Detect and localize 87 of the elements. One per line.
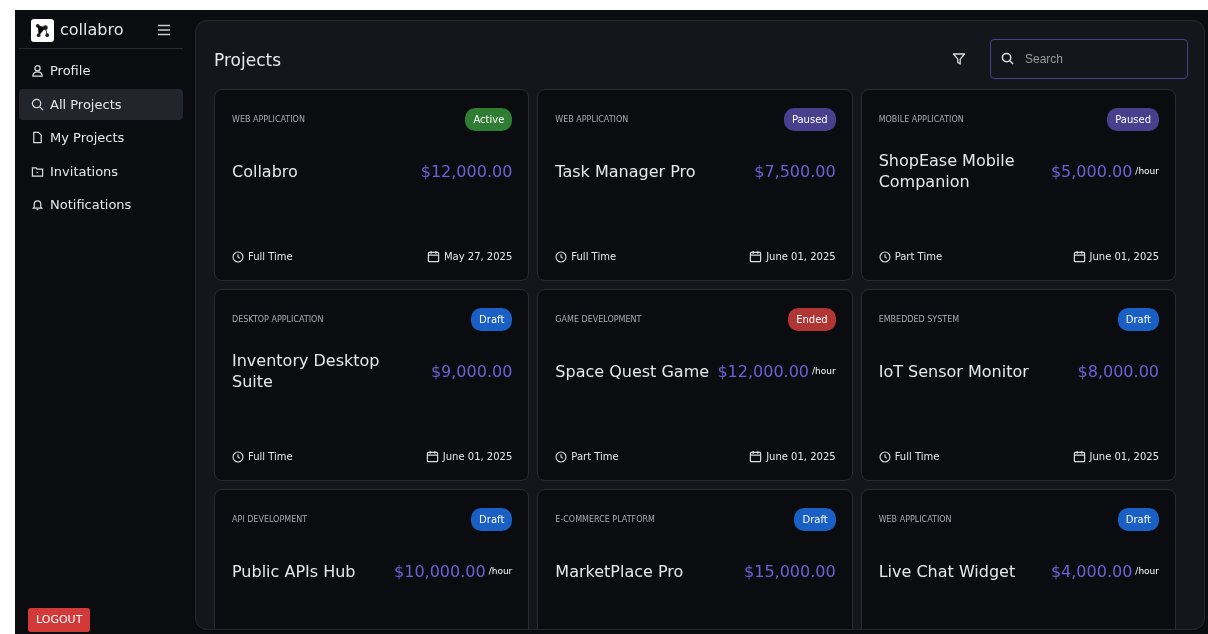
person-icon <box>31 64 44 78</box>
category-label: DESKTOP APPLICATION <box>232 313 324 326</box>
project-name: IoT Sensor Monitor <box>878 361 1029 383</box>
folder-icon <box>31 164 44 178</box>
status-badge: Ended <box>788 308 836 331</box>
rate-unit: /hour <box>812 365 836 379</box>
calendar-icon <box>1072 450 1086 463</box>
project-card[interactable]: DESKTOP APPLICATION Draft Inventory Desktop Suite $9,000.00 Full Time June 01, 2025 <box>214 289 530 481</box>
price-amount: $15,000.00 <box>744 561 836 583</box>
rate-unit: /hour <box>488 565 513 579</box>
search-field[interactable]: Search <box>990 39 1188 79</box>
project-card[interactable]: WEB APPLICATION Active Collabro $12,000.00 Full Time May 27, 2025 <box>214 89 530 281</box>
category-label: WEB APPLICATION <box>878 513 952 526</box>
status-badge: Draft <box>471 308 513 331</box>
document-icon <box>31 131 44 145</box>
price-amount: $10,000.00 <box>394 561 486 583</box>
work-type: Full Time <box>248 250 293 264</box>
search-icon <box>1001 52 1014 65</box>
status-badge: Draft <box>1117 508 1159 531</box>
project-date: June 01, 2025 <box>766 250 836 264</box>
category-label: EMBEDDED SYSTEM <box>878 313 960 326</box>
sidebar-item[interactable]: My Projects <box>19 122 183 154</box>
bell-icon <box>31 198 44 212</box>
work-type: Full Time <box>894 450 940 464</box>
sidebar-item[interactable]: Profile <box>19 55 183 87</box>
price-amount: $4,000.00 <box>1050 561 1133 583</box>
clock-icon <box>232 250 244 263</box>
project-card[interactable]: E-COMMERCE PLATFORM Draft MarketPlace Pro $15,000.00 <box>537 489 853 629</box>
clock-icon <box>232 450 244 463</box>
project-name: Task Manager Pro <box>555 161 696 183</box>
category-label: API DEVELOPMENT <box>232 513 308 526</box>
filter-icon[interactable] <box>952 52 966 66</box>
clock-icon <box>878 250 891 263</box>
work-type: Full Time <box>571 250 617 264</box>
category-label: WEB APPLICATION <box>232 113 305 126</box>
status-badge: Paused <box>783 108 836 131</box>
calendar-icon <box>749 250 763 263</box>
project-name: MarketPlace Pro <box>555 561 684 583</box>
price-amount: $12,000.00 <box>717 361 809 383</box>
calendar-icon <box>1072 250 1086 263</box>
project-card[interactable]: WEB APPLICATION Paused Task Manager Pro $7,500.00 Full Time June 01, 2025 <box>537 89 853 281</box>
project-name: Collabro <box>232 161 298 183</box>
project-name: Live Chat Widget <box>878 561 1016 583</box>
status-badge: Draft <box>471 508 513 531</box>
project-card[interactable]: EMBEDDED SYSTEM Draft IoT Sensor Monitor $8,000.00 Full Time June 01, 2025 <box>860 289 1176 481</box>
status-badge: Paused <box>1107 108 1159 131</box>
rate-unit: /hour <box>1135 165 1159 179</box>
category-label: WEB APPLICATION <box>555 113 629 126</box>
logo-icon <box>31 18 54 42</box>
sidebar-item[interactable]: All Projects <box>19 88 183 120</box>
work-type: Part Time <box>571 450 619 464</box>
project-date: June 01, 2025 <box>766 450 836 464</box>
search-icon <box>31 97 44 111</box>
price-amount: $7,500.00 <box>754 161 836 183</box>
clock-icon <box>555 450 568 463</box>
sidebar-item[interactable]: Invitations <box>19 155 183 187</box>
clock-icon <box>555 250 568 263</box>
logout-button[interactable]: LOGOUT <box>28 607 91 632</box>
price-amount: $9,000.00 <box>430 361 513 383</box>
project-date: June 01, 2025 <box>1089 450 1159 464</box>
price-amount: $12,000.00 <box>420 161 513 183</box>
project-date: June 01, 2025 <box>442 450 513 464</box>
category-label: MOBILE APPLICATION <box>878 113 964 126</box>
status-badge: Draft <box>794 508 836 531</box>
page-title: Projects <box>214 49 282 73</box>
calendar-icon <box>749 450 763 463</box>
project-name: Public APIs Hub <box>232 561 356 583</box>
status-badge: Active <box>465 108 513 131</box>
project-name: Space Quest Game <box>555 361 710 383</box>
clock-icon <box>878 450 891 463</box>
calendar-icon <box>425 450 439 463</box>
category-label: GAME DEVELOPMENT <box>555 313 642 326</box>
project-date: June 01, 2025 <box>1089 250 1159 264</box>
brand-name: collabro <box>60 19 124 41</box>
menu-icon[interactable] <box>157 24 171 36</box>
project-name: ShopEase Mobile Companion <box>878 151 1016 193</box>
project-date: May 27, 2025 <box>443 250 513 264</box>
rate-unit: /hour <box>1135 565 1159 579</box>
price-amount: $8,000.00 <box>1077 361 1159 383</box>
price-amount: $5,000.00 <box>1050 161 1133 183</box>
project-name: Inventory Desktop Suite <box>232 351 381 393</box>
category-label: E-COMMERCE PLATFORM <box>555 513 655 526</box>
work-type: Full Time <box>248 450 293 464</box>
work-type: Part Time <box>894 250 943 264</box>
status-badge: Draft <box>1117 308 1159 331</box>
calendar-icon <box>426 250 440 263</box>
sidebar-item[interactable]: Notifications <box>19 189 183 221</box>
